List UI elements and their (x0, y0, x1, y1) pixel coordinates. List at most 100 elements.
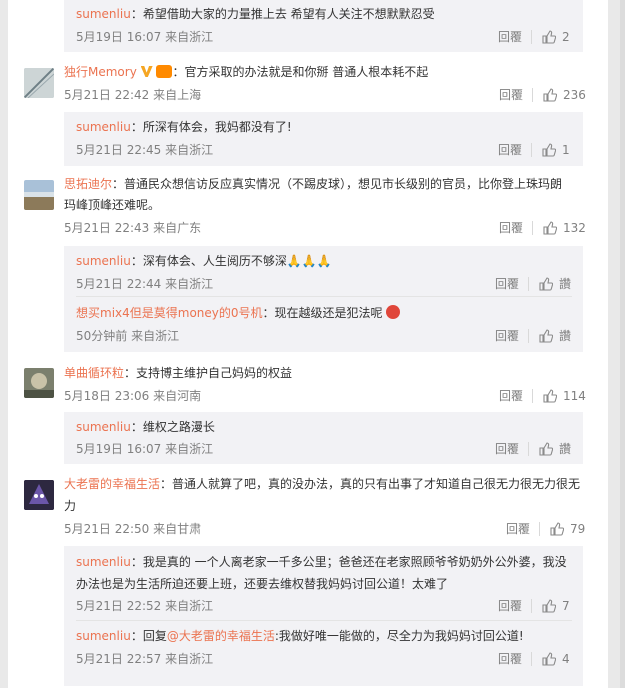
sub-comment-text: sumenliu：回复@大老雷的幸福生活:我做好唯一能做的，尽全力为我妈妈讨回公… (76, 629, 524, 643)
location: 来自上海 (153, 88, 202, 102)
timestamp: 5月19日 16:07 (76, 442, 162, 456)
sub-comment-box: sumenliu：维权之路漫长 5月19日 16:07 来自浙江 回覆 讚 (64, 412, 583, 464)
sub-comment-text: 想买mix4但是莫得money的0号机：现在越级还是犯法呢 (76, 305, 401, 321)
thumbs-up-icon (543, 221, 558, 235)
comment-meta: 50分钟前 来自浙江 (76, 328, 179, 344)
username-link[interactable]: sumenliu (76, 7, 131, 21)
comment-meta: 5月19日 16:07 来自浙江 (76, 29, 213, 45)
location: 来自浙江 (165, 442, 214, 456)
like-count: 讚 (559, 442, 572, 456)
comment-text: 独行Memory ：官方采取的办法就是和你掰 普通人根本耗不起 (64, 65, 429, 79)
username-link[interactable]: 思拓迪尔 (64, 177, 112, 191)
location: 来自河南 (153, 389, 202, 403)
location: 来自甘肃 (153, 522, 202, 536)
avatar[interactable] (24, 480, 54, 510)
thumbs-up-icon (543, 389, 558, 403)
timestamp: 5月21日 22:42 (64, 88, 150, 102)
sub-comment-text: sumenliu：所深有体会，我妈都没有了! (76, 120, 292, 134)
like-button[interactable]: 1 (542, 142, 570, 158)
reply-button[interactable]: 回覆 (506, 521, 530, 537)
sub-comment-box: sumenliu：深有体会、人生阅历不够深🙏🙏🙏 5月21日 22:44 来自浙… (64, 246, 583, 352)
timestamp: 5月19日 16:07 (76, 30, 162, 44)
username-link[interactable]: 单曲循环粒 (64, 366, 124, 380)
timestamp: 5月21日 22:44 (76, 277, 162, 291)
location: 来自浙江 (165, 30, 214, 44)
timestamp: 5月21日 22:57 (76, 652, 162, 666)
thumbs-up-icon (542, 652, 557, 666)
comment-text: 大老雷的幸福生活：普通人就算了吧，真的没办法，真的只有出事了才知道自己很无力很无… (64, 477, 581, 491)
like-button[interactable]: 7 (542, 598, 570, 614)
like-button[interactable]: 讚 (539, 328, 571, 344)
username-link[interactable]: sumenliu (76, 555, 131, 569)
timestamp: 5月21日 22:52 (76, 599, 162, 613)
timestamp: 5月21日 22:45 (76, 143, 162, 157)
like-button[interactable]: 讚 (539, 441, 571, 457)
reply-button[interactable]: 回覆 (498, 651, 522, 667)
like-count: 79 (570, 522, 586, 536)
sub-comment-text: sumenliu：维权之路漫长 (76, 420, 215, 434)
reply-button[interactable]: 回覆 (495, 276, 519, 292)
emoji-icon (386, 305, 401, 319)
reply-button[interactable]: 回覆 (498, 598, 522, 614)
location: 来自浙江 (165, 143, 214, 157)
reply-button[interactable]: 回覆 (495, 328, 519, 344)
reply-button[interactable]: 回覆 (499, 388, 523, 404)
avatar[interactable] (24, 180, 54, 210)
thumbs-up-icon (542, 143, 557, 157)
reply-button[interactable]: 回覆 (498, 142, 522, 158)
timestamp: 5月18日 23:06 (64, 389, 150, 403)
like-count: 1 (562, 143, 570, 157)
location: 来自浙江 (165, 277, 214, 291)
username-link[interactable]: sumenliu (76, 254, 131, 268)
like-count: 114 (563, 389, 586, 403)
mention-link[interactable]: @大老雷的幸福生活 (167, 629, 275, 643)
like-button[interactable]: 132 (543, 220, 586, 236)
comment-meta: 5月21日 22:45 来自浙江 (76, 142, 213, 158)
username-link[interactable]: sumenliu (76, 120, 131, 134)
timestamp: 5月21日 22:50 (64, 522, 150, 536)
thumbs-up-icon (543, 88, 558, 102)
like-count: 讚 (559, 277, 572, 291)
like-button[interactable]: 79 (550, 521, 585, 537)
like-button[interactable]: 2 (542, 29, 570, 45)
comment-meta: 5月19日 16:07 来自浙江 (76, 441, 213, 457)
comment-meta: 5月21日 22:44 来自浙江 (76, 276, 213, 292)
thumbs-up-icon (539, 442, 554, 456)
reply-button[interactable]: 回覆 (498, 29, 522, 45)
sub-comment-text-continued: 办法也是为生活所迫还要上班，还要去维权替我妈妈讨回公道！太难了 (76, 577, 449, 591)
avatar[interactable] (24, 68, 54, 98)
comment-meta: 5月21日 22:50 来自甘肃 (64, 521, 201, 537)
like-button[interactable]: 4 (542, 651, 570, 667)
reply-button[interactable]: 回覆 (495, 441, 519, 457)
username-link[interactable]: sumenliu (76, 629, 131, 643)
username-link[interactable]: 大老雷的幸福生活 (64, 477, 160, 491)
comment-meta: 5月21日 22:43 来自广东 (64, 220, 201, 236)
avatar[interactable] (24, 368, 54, 398)
location: 来自广东 (153, 221, 202, 235)
reply-button[interactable]: 回覆 (499, 220, 523, 236)
sub-comment-box: sumenliu：希望借助大家的力量推上去 希望有人关注不想默默忍受 5月19日… (64, 0, 583, 52)
thumbs-up-icon (542, 599, 557, 613)
thumbs-up-icon (539, 329, 554, 343)
reply-button[interactable]: 回覆 (499, 87, 523, 103)
like-count: 讚 (559, 329, 572, 343)
like-button[interactable]: 114 (543, 388, 586, 404)
like-count: 7 (562, 599, 570, 613)
member-badge-icon (156, 65, 173, 78)
sub-comment-box: sumenliu：所深有体会，我妈都没有了! 5月21日 22:45 来自浙江 … (64, 112, 583, 166)
thumbs-up-icon (539, 277, 554, 291)
timestamp: 50分钟前 (76, 329, 128, 343)
username-link[interactable]: 想买mix4但是莫得money的0号机 (76, 306, 263, 320)
scrollbar[interactable] (620, 0, 625, 688)
like-count: 4 (562, 652, 570, 666)
username-link[interactable]: sumenliu (76, 420, 131, 434)
username-link[interactable]: 独行Memory (64, 65, 137, 79)
comment-text-continued: 玛峰顶峰还难呢。 (64, 198, 161, 212)
comment-feed-page: sumenliu：希望借助大家的力量推上去 希望有人关注不想默默忍受 5月19日… (0, 0, 625, 688)
sub-comment-box: sumenliu：我是真的 一个人离老家一千多公里；爸爸还在老家照顾爷爷奶奶外公… (64, 546, 583, 686)
like-button[interactable]: 讚 (539, 276, 571, 292)
thumbs-up-icon (542, 30, 557, 44)
comment-meta: 5月18日 23:06 来自河南 (64, 388, 201, 404)
like-button[interactable]: 236 (543, 87, 586, 103)
like-count: 132 (563, 221, 586, 235)
